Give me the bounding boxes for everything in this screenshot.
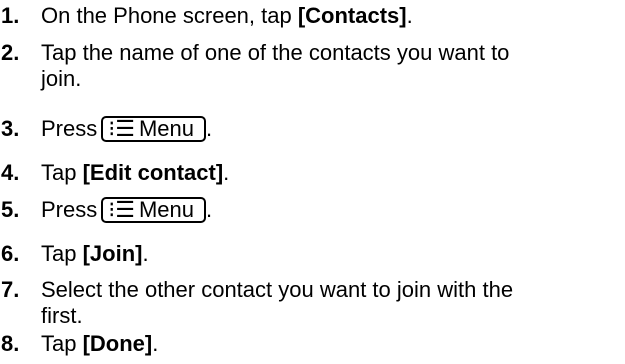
step-text: Press ⁝☰ Menu. [41,116,213,142]
step-number: 5. [1,197,20,222]
menu-list-icon: ⁝☰ [108,116,135,141]
step-text: Tap [Edit contact]. [41,160,230,185]
step-text: Select the other contact you want to joi… [41,277,514,328]
step-number: 4. [1,160,20,185]
edit-contact-label: [Edit contact] [82,160,224,185]
step-text: Tap [Join]. [41,241,149,266]
step-number: 2. [1,40,20,65]
join-label: [Join] [82,241,143,266]
step-text: Press ⁝☰ Menu. [41,197,213,223]
step-number: 1. [1,3,20,28]
step-number: 7. [1,277,20,302]
contacts-label: [Contacts] [297,3,407,28]
menu-list-icon: ⁝☰ [108,197,135,222]
step-text: Tap [Done]. [41,331,159,356]
step-number: 3. [1,116,20,141]
step-number: 8. [1,331,20,356]
menu-key: ⁝☰ Menu [101,197,207,223]
step-number: 6. [1,241,20,266]
step-text: On the Phone screen, tap [Contacts]. [41,3,413,28]
menu-key: ⁝☰ Menu [101,116,207,142]
done-label: [Done] [82,331,153,356]
step-text: Tap the name of one of the contacts you … [41,40,510,91]
